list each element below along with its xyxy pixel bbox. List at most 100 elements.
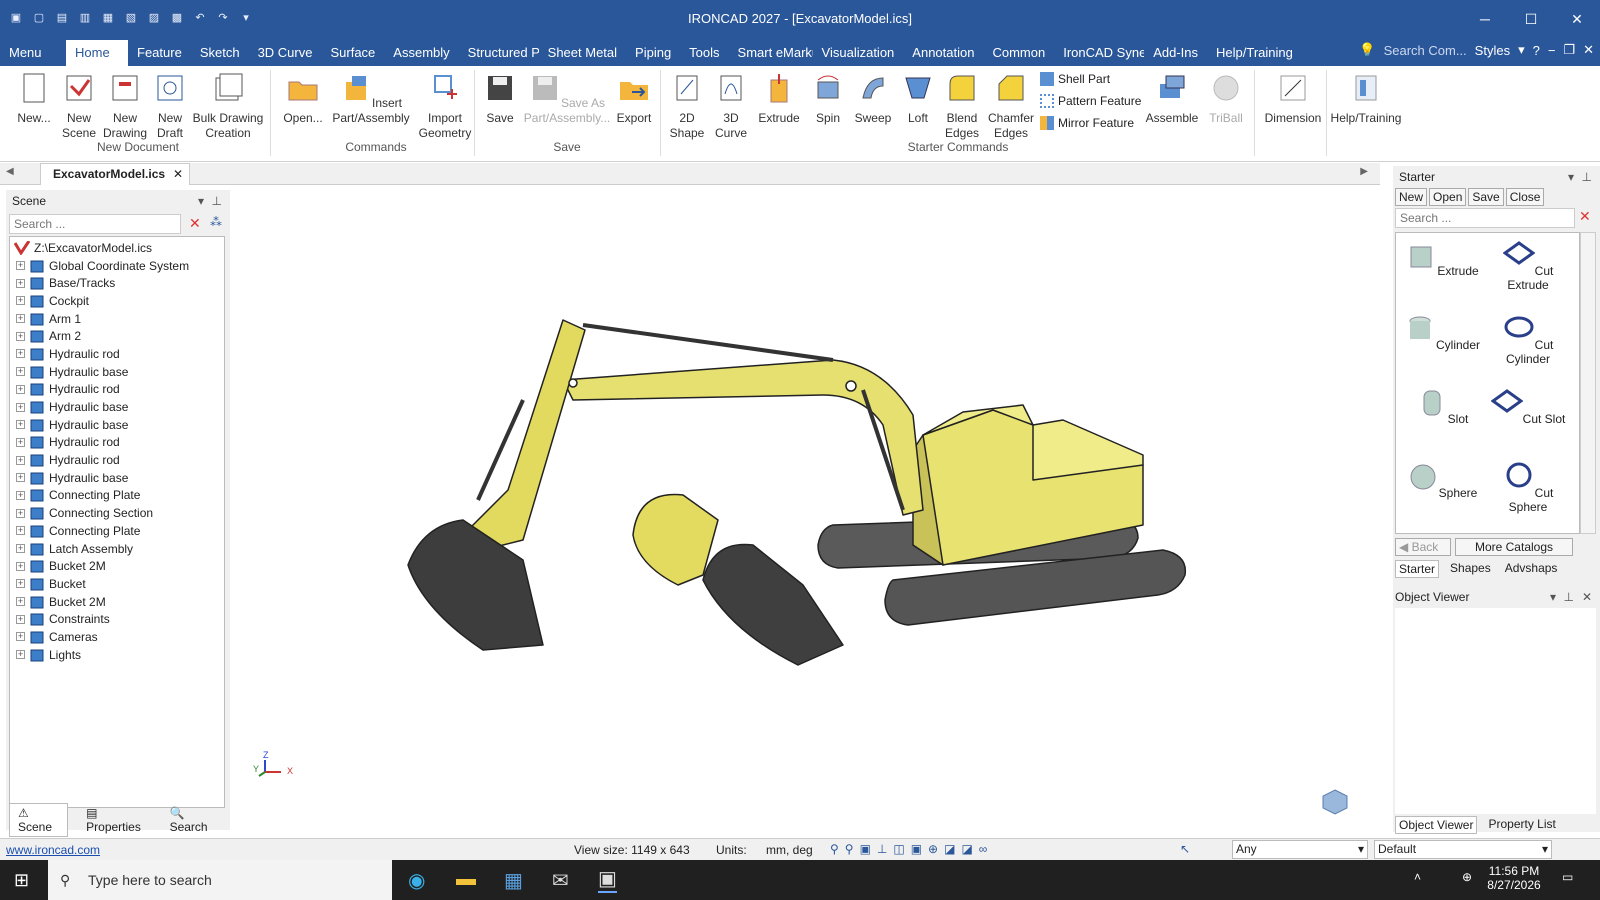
save-as-button[interactable]: Save As Part/Assembly...: [522, 72, 612, 126]
tree-item[interactable]: + Hydraulic base: [10, 416, 224, 434]
pin-icon[interactable]: ⊥: [1564, 590, 1574, 604]
tab-shapes[interactable]: Shapes: [1447, 560, 1494, 578]
help-training-button[interactable]: Help/Training: [1328, 72, 1404, 126]
scene-search-input[interactable]: Search ...: [9, 214, 181, 234]
tree-item[interactable]: + Arm 1: [10, 310, 224, 328]
expand-icon[interactable]: +: [16, 314, 25, 324]
tree-item[interactable]: + Hydraulic base: [10, 363, 224, 381]
catalog-item-cut-cylinder[interactable]: Cut Cylinder: [1486, 313, 1570, 366]
tab-search[interactable]: 🔍 Search: [162, 804, 225, 836]
dropdown-icon[interactable]: ▾: [1568, 166, 1574, 188]
tree-root[interactable]: Z:\ExcavatorModel.ics: [10, 239, 224, 257]
expand-icon[interactable]: +: [16, 278, 25, 288]
blend-edges-button[interactable]: Blend Edges: [940, 72, 984, 141]
extrude-button[interactable]: Extrude: [754, 72, 804, 126]
tab-surface[interactable]: Surface: [321, 40, 384, 66]
loft-button[interactable]: Loft: [898, 72, 938, 126]
command-search-input[interactable]: Search Com...: [1384, 43, 1467, 58]
ribbon-close-icon[interactable]: ✕: [1583, 42, 1594, 58]
tab-annotation[interactable]: Annotation: [903, 40, 983, 66]
tree-item[interactable]: + Latch Assembly: [10, 540, 224, 558]
tab-help-training[interactable]: Help/Training: [1207, 40, 1302, 66]
tab-add-ins[interactable]: Add-Ins: [1144, 40, 1207, 66]
tree-item[interactable]: + Connecting Section: [10, 504, 224, 522]
network-icon[interactable]: ⊕: [1462, 870, 1472, 884]
excavator-model[interactable]: [233, 190, 1355, 824]
tab-feature[interactable]: Feature: [128, 40, 191, 66]
catalog-item-cut-extrude[interactable]: Cut Extrude: [1486, 239, 1570, 292]
tab-sketch[interactable]: Sketch: [191, 40, 249, 66]
expand-icon[interactable]: +: [16, 473, 25, 483]
website-link[interactable]: www.ironcad.com: [6, 843, 100, 857]
save-button[interactable]: Save: [482, 72, 518, 126]
dimension-button[interactable]: Dimension: [1258, 72, 1328, 126]
tree-item[interactable]: + Base/Tracks: [10, 274, 224, 292]
tree-item[interactable]: + Constraints: [10, 610, 224, 628]
expand-icon[interactable]: +: [16, 632, 25, 642]
tree-item[interactable]: + Connecting Plate: [10, 487, 224, 505]
chamfer-edges-button[interactable]: Chamfer Edges: [986, 72, 1036, 141]
expand-icon[interactable]: +: [16, 579, 25, 589]
tab-piping[interactable]: Piping: [626, 40, 680, 66]
expand-icon[interactable]: +: [16, 296, 25, 306]
dropdown-icon[interactable]: ▾: [1550, 590, 1556, 604]
view-tools-icons[interactable]: ⚲⚲▣⊥◫▣⊕◪◪∞: [830, 842, 993, 856]
catalog-item-sphere[interactable]: Sphere: [1400, 461, 1484, 500]
scroll-left-icon[interactable]: ◀: [6, 166, 14, 177]
help-icon[interactable]: ?: [1533, 43, 1540, 58]
expand-icon[interactable]: +: [16, 261, 25, 271]
tree-item[interactable]: + Connecting Plate: [10, 522, 224, 540]
triball-button[interactable]: TriBall: [1204, 72, 1248, 126]
catalog-new-button[interactable]: New: [1395, 188, 1428, 206]
expand-icon[interactable]: +: [16, 544, 25, 554]
3d-viewport[interactable]: Z Y X: [233, 190, 1355, 824]
3d-curve-button[interactable]: 3D Curve: [710, 72, 752, 141]
tree-item[interactable]: + Hydraulic rod: [10, 381, 224, 399]
expand-icon[interactable]: +: [16, 331, 25, 341]
catalog-scrollbar[interactable]: [1580, 232, 1596, 534]
catalog-item-cut-sphere[interactable]: Cut Sphere: [1486, 461, 1570, 514]
mirror-feature-button[interactable]: Mirror Feature: [1040, 116, 1134, 130]
tab-object-viewer[interactable]: Object Viewer: [1395, 816, 1478, 834]
expand-icon[interactable]: +: [16, 597, 25, 607]
minimize-button[interactable]: ─: [1462, 0, 1508, 38]
pin-icon[interactable]: ⊥: [1582, 166, 1592, 188]
view-cube-icon[interactable]: [1321, 788, 1349, 816]
tab-scene[interactable]: ⚠ Scene: [9, 803, 69, 837]
tab-3d-curve[interactable]: 3D Curve: [249, 40, 322, 66]
tab-home[interactable]: Home: [66, 40, 128, 66]
tree-item[interactable]: + Cockpit: [10, 292, 224, 310]
close-icon[interactable]: ✕: [1582, 590, 1592, 604]
scroll-right-icon[interactable]: ▶: [1360, 166, 1368, 177]
catalog-item-cut-slot[interactable]: Cut Slot: [1486, 387, 1570, 426]
tree-item[interactable]: + Hydraulic rod: [10, 434, 224, 452]
tab-property-list[interactable]: Property List: [1485, 816, 1558, 834]
expand-icon[interactable]: +: [16, 490, 25, 500]
tree-item[interactable]: + Cameras: [10, 628, 224, 646]
sweep-button[interactable]: Sweep: [852, 72, 894, 126]
2d-shape-button[interactable]: 2D Shape: [666, 72, 708, 141]
insert-part-button[interactable]: Insert Part/Assembly: [330, 72, 412, 126]
tree-item[interactable]: + Global Coordinate System: [10, 257, 224, 275]
selection-filter-select[interactable]: Any ▾: [1232, 840, 1368, 859]
catalog-item-slot[interactable]: Slot: [1400, 387, 1484, 426]
taskbar-search[interactable]: ⚲ Type here to search: [48, 860, 392, 900]
expand-icon[interactable]: +: [16, 455, 25, 465]
style-select[interactable]: Default ▾: [1374, 840, 1552, 859]
tree-item[interactable]: + Bucket: [10, 575, 224, 593]
document-tab[interactable]: ExcavatorModel.ics ✕: [40, 163, 190, 185]
tree-item[interactable]: + Bucket 2M: [10, 557, 224, 575]
tab-common[interactable]: Common: [983, 40, 1054, 66]
ironcad-taskbar-icon[interactable]: ▣: [598, 866, 617, 893]
ribbon-minimize-icon[interactable]: −: [1548, 43, 1556, 58]
pin-icon[interactable]: ⊥: [212, 190, 222, 212]
new-drawing-button[interactable]: New Drawing: [102, 72, 148, 141]
open-button[interactable]: Open...: [280, 72, 326, 126]
tree-item[interactable]: + Hydraulic base: [10, 469, 224, 487]
expand-icon[interactable]: +: [16, 437, 25, 447]
clock[interactable]: 11:56 PM 8/27/2026: [1486, 864, 1542, 892]
tab-tools[interactable]: Tools: [680, 40, 728, 66]
pattern-feature-button[interactable]: Pattern Feature: [1040, 94, 1141, 108]
tree-item[interactable]: + Hydraulic rod: [10, 451, 224, 469]
chevron-down-icon[interactable]: ▾: [1518, 42, 1525, 58]
